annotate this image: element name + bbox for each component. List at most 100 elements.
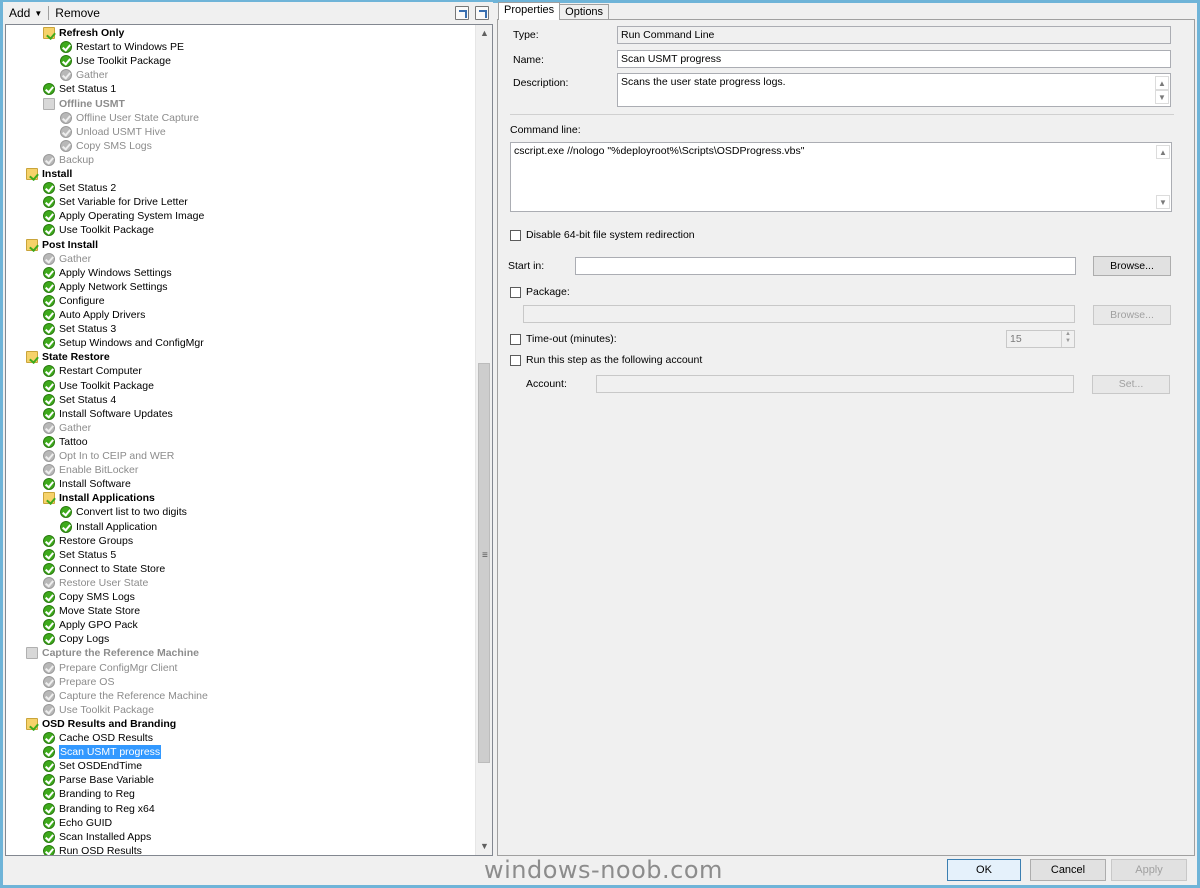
- tree-step[interactable]: Auto Apply Drivers: [43, 308, 145, 322]
- check-circle-icon: [43, 562, 55, 575]
- description-scrollbar[interactable]: ▲ ▼: [1155, 75, 1169, 105]
- tree-step[interactable]: Restart to Windows PE: [60, 40, 184, 54]
- tree-step[interactable]: Use Toolkit Package: [43, 703, 154, 717]
- tree-step[interactable]: Gather: [60, 68, 108, 82]
- tree-step[interactable]: Scan Installed Apps: [43, 830, 151, 844]
- tree-step[interactable]: Gather: [43, 421, 91, 435]
- tree-step[interactable]: Connect to State Store: [43, 562, 165, 576]
- tree-step[interactable]: Install Software Updates: [43, 407, 173, 421]
- tree-step[interactable]: Apply Network Settings: [43, 280, 168, 294]
- move-up-icon[interactable]: [455, 6, 469, 20]
- tree-step[interactable]: Prepare OS: [43, 675, 114, 689]
- tree-group[interactable]: OSD Results and Branding: [26, 717, 176, 731]
- tree-step[interactable]: Apply GPO Pack: [43, 618, 138, 632]
- tree-group[interactable]: Refresh Only: [43, 26, 124, 40]
- tree-group[interactable]: Offline USMT: [43, 97, 125, 111]
- scroll-down-icon[interactable]: ▼: [1156, 195, 1170, 209]
- tree-step[interactable]: Set OSDEndTime: [43, 759, 142, 773]
- tree-step[interactable]: Move State Store: [43, 604, 140, 618]
- tree-group[interactable]: Install Applications: [43, 491, 155, 505]
- remove-button[interactable]: Remove: [49, 6, 106, 20]
- tree-step[interactable]: Apply Windows Settings: [43, 266, 172, 280]
- tree-step[interactable]: Enable BitLocker: [43, 463, 138, 477]
- tree-step[interactable]: Set Status 2: [43, 181, 116, 195]
- command-line-scrollbar[interactable]: ▲ ▼: [1156, 144, 1170, 210]
- scroll-up-icon[interactable]: ▲: [1155, 76, 1169, 90]
- timeout-stepper[interactable]: 15 ▲ ▼: [1006, 330, 1075, 348]
- tree-step[interactable]: Parse Base Variable: [43, 773, 154, 787]
- tree-step[interactable]: Restore User State: [43, 576, 148, 590]
- add-button[interactable]: Add ▼: [3, 6, 48, 20]
- tree-group[interactable]: Install: [26, 167, 72, 181]
- move-down-icon[interactable]: [475, 6, 489, 20]
- scroll-up-arrow-icon[interactable]: ▲: [476, 25, 492, 42]
- tree-step[interactable]: Set Status 3: [43, 322, 116, 336]
- timeout-checkbox[interactable]: [510, 334, 521, 345]
- tree-step[interactable]: Set Status 4: [43, 393, 116, 407]
- stepper-arrows-icon[interactable]: ▲ ▼: [1061, 331, 1074, 347]
- tree-step[interactable]: Backup: [43, 153, 94, 167]
- tree-step[interactable]: Restore Groups: [43, 534, 133, 548]
- run-as-checkbox[interactable]: [510, 355, 521, 366]
- tree-step[interactable]: Apply Operating System Image: [43, 209, 204, 223]
- check-circle-icon: [43, 280, 55, 293]
- tree-step[interactable]: Convert list to two digits: [60, 505, 187, 519]
- tree-step[interactable]: Prepare ConfigMgr Client: [43, 661, 177, 675]
- disable64-checkbox[interactable]: [510, 230, 521, 241]
- tree-step[interactable]: Use Toolkit Package: [60, 54, 171, 68]
- tree-step[interactable]: Gather: [43, 252, 91, 266]
- scroll-thumb[interactable]: ≡: [478, 363, 490, 763]
- command-line-field[interactable]: cscript.exe //nologo "%deployroot%\Scrip…: [510, 142, 1172, 212]
- name-field[interactable]: Scan USMT progress: [617, 50, 1171, 68]
- tree-step[interactable]: Copy SMS Logs: [60, 139, 152, 153]
- tree-step[interactable]: Copy Logs: [43, 632, 109, 646]
- apply-button[interactable]: Apply: [1111, 859, 1187, 881]
- ok-button[interactable]: OK: [947, 859, 1021, 881]
- tree-step[interactable]: Offline User State Capture: [60, 111, 199, 125]
- check-circle-icon: [43, 337, 55, 350]
- tree-step[interactable]: Unload USMT Hive: [60, 125, 166, 139]
- set-account-button[interactable]: Set...: [1092, 375, 1170, 394]
- tab-options[interactable]: Options: [559, 4, 610, 20]
- account-field[interactable]: [596, 375, 1074, 393]
- tree-step[interactable]: Configure: [43, 294, 105, 308]
- tree-step[interactable]: Scan USMT progress: [43, 745, 162, 760]
- tree-group[interactable]: State Restore: [26, 350, 110, 364]
- cancel-button[interactable]: Cancel: [1030, 859, 1106, 881]
- tree-step[interactable]: Install Application: [60, 520, 157, 534]
- tree-step[interactable]: Tattoo: [43, 435, 88, 449]
- package-checkbox[interactable]: [510, 287, 521, 298]
- tree-step[interactable]: Install Software: [43, 477, 131, 491]
- start-in-browse-button[interactable]: Browse...: [1093, 256, 1171, 276]
- tree-step[interactable]: Capture the Reference Machine: [43, 689, 208, 703]
- tree-step[interactable]: Use Toolkit Package: [43, 223, 154, 237]
- tree-step[interactable]: Set Status 1: [43, 82, 116, 96]
- disabled-step-icon: [43, 252, 55, 265]
- tree-step[interactable]: Echo GUID: [43, 816, 112, 830]
- tree-group[interactable]: Capture the Reference Machine: [26, 646, 199, 660]
- check-circle-icon: [43, 266, 55, 279]
- tree-group[interactable]: Post Install: [26, 238, 98, 252]
- start-in-field[interactable]: [575, 257, 1076, 275]
- tab-properties[interactable]: Properties: [498, 2, 561, 20]
- tree-step[interactable]: Set Status 5: [43, 548, 116, 562]
- tree-step[interactable]: Setup Windows and ConfigMgr: [43, 336, 204, 350]
- tree-scrollbar[interactable]: ▲ ≡ ▼: [475, 25, 492, 855]
- tab-strip: Properties Options: [498, 2, 610, 20]
- task-sequence-tree[interactable]: Refresh Only Restart to Windows PE Use Too…: [5, 24, 493, 856]
- scroll-up-icon[interactable]: ▲: [1156, 145, 1170, 159]
- tree-step[interactable]: Set Variable for Drive Letter: [43, 195, 188, 209]
- tree-step[interactable]: Cache OSD Results: [43, 731, 153, 745]
- tree-step[interactable]: Branding to Reg: [43, 787, 135, 801]
- scroll-down-icon[interactable]: ▼: [1155, 90, 1169, 104]
- tree-step[interactable]: Copy SMS Logs: [43, 590, 135, 604]
- tree-step[interactable]: Opt In to CEIP and WER: [43, 449, 174, 463]
- description-field[interactable]: Scans the user state progress logs. ▲ ▼: [617, 73, 1171, 107]
- tree-step[interactable]: Branding to Reg x64: [43, 802, 155, 816]
- package-field[interactable]: [523, 305, 1075, 323]
- tree-step[interactable]: Run OSD Results: [43, 844, 142, 855]
- scroll-down-arrow-icon[interactable]: ▼: [476, 838, 492, 855]
- tree-step[interactable]: Restart Computer: [43, 364, 142, 378]
- package-browse-button[interactable]: Browse...: [1093, 305, 1171, 325]
- tree-step[interactable]: Use Toolkit Package: [43, 379, 154, 393]
